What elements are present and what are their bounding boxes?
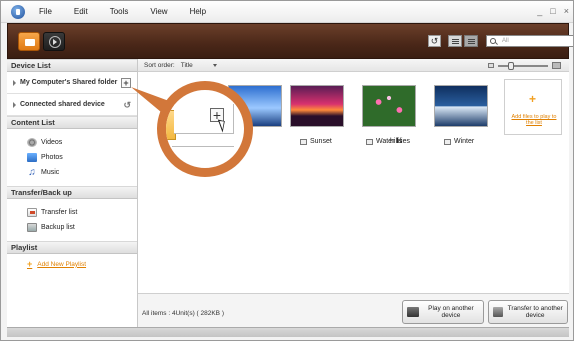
plus-icon: + — [529, 92, 537, 106]
shared-folder-label: My Computer's Shared folder — [20, 79, 118, 86]
music-icon: ♫ — [28, 167, 36, 178]
connected-device-label: Connected shared device — [20, 101, 105, 108]
transfer-list: Transfer list Backup list — [7, 199, 137, 241]
content-list-header: Content List — [7, 116, 137, 129]
add-files-link[interactable]: Add files to play to the list — [509, 114, 559, 126]
slider-knob[interactable] — [508, 61, 514, 70]
menu-bar: File Edit Tools View Help _ □ × — [1, 1, 573, 23]
play-on-another-device-button[interactable]: Play on another device — [402, 300, 484, 324]
folder-mode-button[interactable] — [18, 32, 40, 51]
thumbnail-label: Winter — [454, 138, 475, 145]
toolbar: ↺ All — [7, 23, 573, 59]
sidebar-item-backup-list[interactable]: Backup list — [27, 220, 137, 235]
sort-bar: Sort order: Title — [138, 59, 569, 72]
thumbnail-label-water-lilies: Water lilies — [366, 138, 410, 145]
search-input[interactable]: All — [486, 35, 573, 47]
thumbnail-water-lilies[interactable] — [362, 85, 416, 127]
connected-device-item[interactable]: Connected shared device ↺ — [7, 94, 137, 116]
large-thumbnail-icon — [552, 62, 561, 69]
search-icon — [490, 38, 496, 44]
divider — [172, 146, 234, 147]
refresh-button[interactable]: ↺ — [428, 35, 441, 47]
sidebar-item-transfer-list[interactable]: Transfer list — [27, 205, 137, 220]
playlist-header: Playlist — [7, 241, 137, 254]
play-device-icon — [407, 307, 419, 317]
picture-icon — [444, 138, 451, 145]
sidebar-item-label: Transfer list — [41, 209, 78, 216]
photo-icon — [27, 153, 37, 162]
close-button[interactable]: × — [564, 6, 569, 16]
sidebar-item-videos[interactable]: Videos — [27, 135, 137, 150]
add-playlist-label: Add New Playlist — [37, 260, 87, 268]
shared-folder-item[interactable]: My Computer's Shared folder + — [7, 72, 137, 94]
button-label: Play on another device — [428, 305, 474, 319]
sidebar-item-label: Backup list — [41, 224, 75, 231]
search-placeholder: All — [502, 38, 509, 44]
status-bar — [7, 327, 569, 337]
thumbnail-label-sunset: Sunset — [300, 138, 332, 145]
transfer-header: Transfer/Back up — [7, 186, 137, 199]
magnifier-callout: + — [157, 81, 253, 177]
thumbnail-label: Sunset — [310, 138, 332, 145]
add-new-playlist-link[interactable]: + Add New Playlist — [7, 254, 137, 269]
menu-tools[interactable]: Tools — [110, 7, 129, 16]
button-label: Transfer to another device — [507, 305, 563, 319]
video-icon — [27, 138, 37, 147]
thumbnail-size-slider[interactable] — [488, 61, 561, 70]
expand-arrow-icon[interactable] — [13, 79, 16, 86]
sidebar-item-label: Music — [41, 169, 60, 176]
grid-view-button[interactable] — [464, 35, 478, 47]
transfer-device-icon — [493, 307, 504, 317]
menu-view[interactable]: View — [150, 7, 167, 16]
app-window: File Edit Tools View Help _ □ × ↺ All De… — [0, 0, 574, 341]
menu-file[interactable]: File — [39, 7, 52, 16]
add-shared-folder-button[interactable]: + — [121, 78, 131, 88]
small-thumbnail-icon — [488, 63, 494, 68]
sidebar-item-music[interactable]: ♫ Music — [27, 165, 137, 180]
minimize-button[interactable]: _ — [537, 6, 542, 16]
sort-order-select[interactable]: Title — [181, 62, 193, 69]
list-view-button[interactable] — [448, 35, 462, 47]
chevron-down-icon[interactable] — [212, 63, 217, 67]
thumbnail-sunset[interactable] — [290, 85, 344, 127]
status-text: All items : 4Unit(s) ( 282KB ) — [142, 310, 224, 317]
menu-edit[interactable]: Edit — [74, 7, 88, 16]
footer: All items : 4Unit(s) ( 282KB ) Play on a… — [138, 293, 569, 327]
play-mode-button[interactable] — [43, 32, 65, 51]
sort-label: Sort order: — [144, 61, 175, 69]
sidebar-item-photos[interactable]: Photos — [27, 150, 137, 165]
thumbnail-winter[interactable] — [434, 85, 488, 127]
content-list: Videos Photos ♫ Music — [7, 129, 137, 186]
transfer-icon — [27, 208, 37, 217]
sidebar-item-label: Photos — [41, 154, 63, 161]
maximize-button[interactable]: □ — [550, 6, 555, 16]
plus-icon: + — [27, 259, 33, 269]
slider-track[interactable] — [498, 61, 548, 70]
picture-icon — [366, 138, 373, 145]
device-list-header: Device List — [7, 59, 137, 72]
sidebar-item-label: Videos — [41, 139, 63, 146]
backup-icon — [27, 223, 37, 232]
thumbnail-label-winter: Winter — [444, 138, 474, 145]
window-controls: _ □ × — [537, 6, 569, 16]
add-files-tile[interactable]: + Add files to play to the list — [504, 79, 562, 135]
sidebar: Device List My Computer's Shared folder … — [7, 59, 138, 327]
picture-icon — [300, 138, 307, 145]
refresh-devices-icon[interactable]: ↺ — [123, 100, 131, 111]
menu-help[interactable]: Help — [190, 7, 206, 16]
transfer-to-another-device-button[interactable]: Transfer to another device — [488, 300, 568, 324]
expand-arrow-icon[interactable] — [13, 101, 16, 108]
thumbnail-label: Water lilies — [376, 138, 410, 145]
app-logo-icon — [11, 4, 25, 19]
